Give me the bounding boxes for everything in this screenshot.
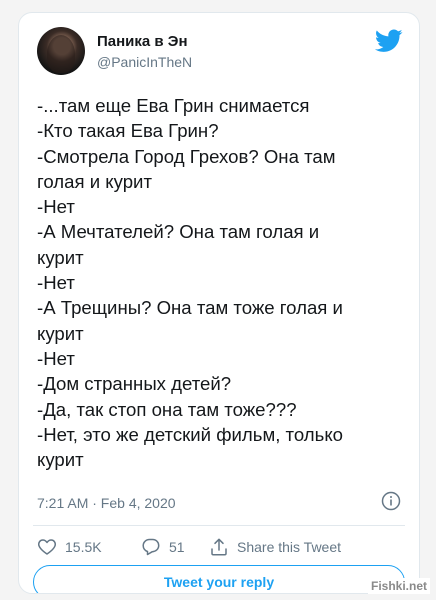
share-label: Share this Tweet	[237, 539, 342, 555]
tweet-actions: 15.5K 51 Share this Tweet	[37, 535, 401, 559]
share-icon	[211, 538, 227, 556]
reply-button[interactable]: 51	[141, 535, 185, 559]
tweet-your-reply-button[interactable]: Tweet your reply	[33, 565, 405, 593]
tweet-line: -...там еще Ева Грин снимается	[37, 95, 310, 116]
tweet-line: -Дом странных детей?	[37, 373, 232, 395]
tweet-line: курит	[37, 449, 84, 471]
divider	[33, 525, 405, 526]
watermark: Fishki.net	[367, 578, 430, 594]
tweet-line: -Смотрела Город Грехов? Она там	[37, 145, 336, 167]
share-button[interactable]: Share this Tweet	[209, 535, 341, 559]
info-icon[interactable]	[381, 491, 401, 511]
tweet-line: -Нет	[37, 347, 75, 369]
tweet-header: Паника в Эн @PanicInTheN	[37, 27, 403, 79]
tweet-line: курит	[37, 246, 84, 268]
avatar[interactable]	[37, 27, 85, 75]
tweet-line: -А Трещины? Она там тоже голая и	[37, 297, 343, 319]
author-name[interactable]: Паника в Эн	[97, 33, 188, 50]
tweet-line: -Нет	[37, 196, 75, 218]
reply-count: 51	[169, 539, 185, 555]
tweet-line: -А Мечтателей? Она там голая и	[37, 221, 320, 243]
like-count: 15.5K	[65, 539, 102, 555]
author-handle[interactable]: @PanicInTheN	[97, 54, 192, 70]
tweet-line: -Нет, это же детский фильм, только	[37, 423, 344, 445]
tweet-text: -...там еще Ева Грин снимается -Кто така…	[37, 93, 409, 472]
tweet-card: Паника в Эн @PanicInTheN -...там еще Ева…	[18, 12, 420, 594]
tweet-line: -Да, так стоп она там тоже???	[37, 398, 297, 420]
tweet-line: курит	[37, 322, 84, 344]
reply-icon	[142, 538, 160, 556]
like-button[interactable]: 15.5K	[37, 535, 102, 559]
tweet-timestamp[interactable]: 7:21 AM · Feb 4, 2020	[37, 495, 176, 511]
tweet-line: -Кто такая Ева Грин?	[37, 120, 219, 142]
tweet-line: голая и курит	[37, 170, 152, 192]
tweet-line: -Нет	[37, 272, 75, 294]
heart-icon	[38, 539, 56, 555]
twitter-bird-icon[interactable]	[375, 29, 403, 53]
